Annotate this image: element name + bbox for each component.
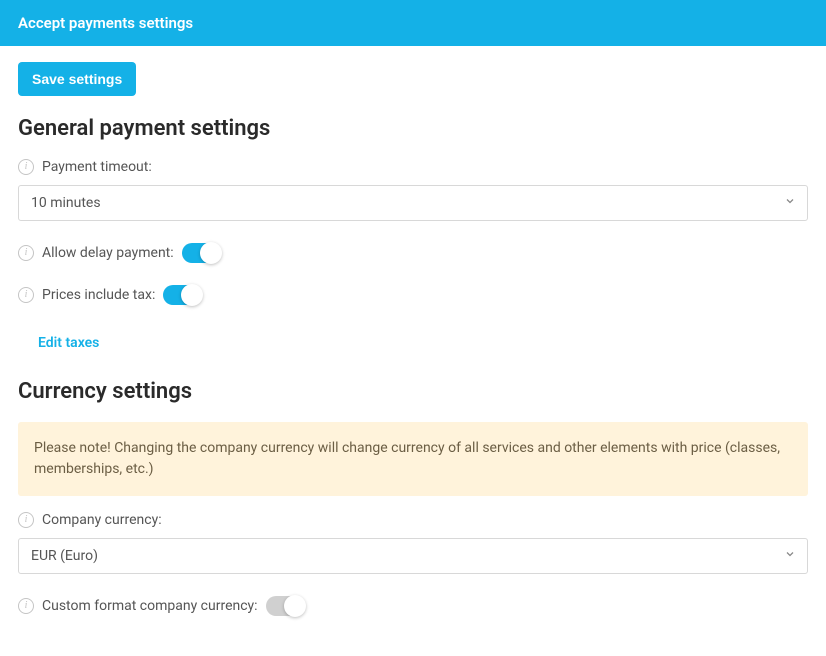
page-header: Accept payments settings xyxy=(0,0,826,46)
allow-delay-label: Allow delay payment: xyxy=(42,245,174,261)
company-currency-select[interactable]: EUR (Euro) xyxy=(18,538,808,574)
company-currency-select-wrap: EUR (Euro) xyxy=(18,538,808,574)
info-icon[interactable]: i xyxy=(18,159,34,175)
info-icon[interactable]: i xyxy=(18,512,34,528)
company-currency-label-row: i Company currency: xyxy=(18,512,808,528)
save-settings-button[interactable]: Save settings xyxy=(18,62,136,96)
page-title: Accept payments settings xyxy=(18,14,193,32)
prices-include-tax-toggle[interactable] xyxy=(163,285,201,305)
info-icon[interactable]: i xyxy=(18,287,34,303)
payment-timeout-select-wrap: 10 minutes xyxy=(18,185,808,221)
currency-notice: Please note! Changing the company curren… xyxy=(18,422,808,496)
company-currency-label: Company currency: xyxy=(42,512,162,528)
prices-include-tax-row: i Prices include tax: xyxy=(18,285,808,305)
custom-format-row: i Custom format company currency: xyxy=(18,596,808,616)
edit-taxes-link[interactable]: Edit taxes xyxy=(38,335,99,351)
custom-format-label: Custom format company currency: xyxy=(42,598,258,614)
toggle-knob xyxy=(200,242,222,264)
edit-taxes-link-wrap: Edit taxes xyxy=(18,311,808,359)
general-section-title: General payment settings xyxy=(18,116,808,141)
toggle-knob xyxy=(284,595,306,617)
prices-include-tax-label: Prices include tax: xyxy=(42,287,155,303)
allow-delay-toggle[interactable] xyxy=(182,243,220,263)
toggle-knob xyxy=(181,284,203,306)
info-icon[interactable]: i xyxy=(18,245,34,261)
content-area: Save settings General payment settings i… xyxy=(0,46,826,638)
payment-timeout-label-row: i Payment timeout: xyxy=(18,159,808,175)
allow-delay-row: i Allow delay payment: xyxy=(18,243,808,263)
custom-format-toggle[interactable] xyxy=(266,596,304,616)
payment-timeout-label: Payment timeout: xyxy=(42,159,152,175)
payment-timeout-select[interactable]: 10 minutes xyxy=(18,185,808,221)
info-icon[interactable]: i xyxy=(18,598,34,614)
currency-section-title: Currency settings xyxy=(18,379,808,404)
